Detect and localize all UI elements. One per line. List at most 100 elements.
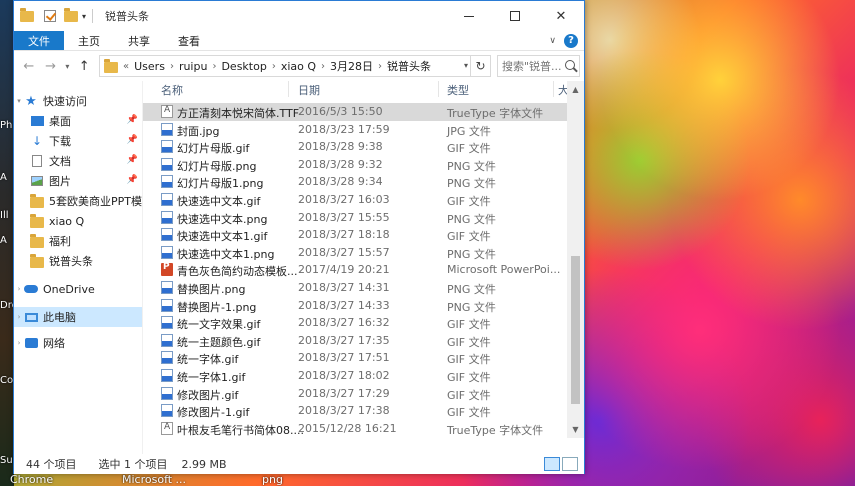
- nav-network[interactable]: › 网络: [14, 333, 142, 353]
- file-name: 青色灰色简约动态模板...: [177, 265, 298, 279]
- breadcrumb[interactable]: « Users › ruipu › Desktop › xiao Q › 3月2…: [99, 55, 491, 77]
- nav-desktop[interactable]: 桌面 📌: [14, 111, 142, 131]
- file-date: 2018/3/27 16:03: [298, 192, 390, 206]
- table-row[interactable]: 统一字体.gif 2018/3/27 17:51 GIF 文件: [143, 349, 570, 367]
- nav-pictures[interactable]: 图片 📌: [14, 171, 142, 191]
- scroll-up-icon[interactable]: ▲: [567, 81, 584, 98]
- nav-quick-access[interactable]: ▾ ★ 快速访问: [14, 91, 142, 111]
- table-row[interactable]: 统一文字效果.gif 2018/3/27 16:32 GIF 文件: [143, 314, 570, 332]
- details-view-icon[interactable]: [544, 457, 560, 471]
- chevron-overflow-icon[interactable]: «: [123, 61, 129, 72]
- file-name: 快速选中文本.gif: [177, 194, 261, 208]
- minimize-button[interactable]: [446, 1, 492, 31]
- quick-access-dropdown-icon[interactable]: ▾: [82, 12, 86, 21]
- maximize-button[interactable]: [492, 1, 538, 31]
- column-header-date[interactable]: 日期: [298, 82, 320, 98]
- breadcrumb-ruipu[interactable]: ruipu: [179, 60, 208, 73]
- tab-file[interactable]: 文件: [14, 31, 64, 50]
- table-row[interactable]: 修改图片-1.gif 2018/3/27 17:38 GIF 文件: [143, 402, 570, 420]
- column-header-type[interactable]: 类型: [447, 82, 469, 98]
- table-row[interactable]: 快速选中文本.png 2018/3/27 15:55 PNG 文件: [143, 209, 570, 227]
- table-row[interactable]: 统一主题颜色.gif 2018/3/27 17:35 GIF 文件: [143, 332, 570, 350]
- column-divider[interactable]: [438, 81, 439, 97]
- chevron-right-icon[interactable]: ›: [378, 61, 382, 72]
- tab-home[interactable]: 主页: [64, 31, 114, 50]
- table-row[interactable]: 替换图片-1.png 2018/3/27 14:33 PNG 文件: [143, 297, 570, 315]
- up-button[interactable]: ↑: [73, 55, 95, 77]
- nav-downloads[interactable]: ↓ 下载 📌: [14, 131, 142, 151]
- desktop-icon-label[interactable]: Ill: [0, 210, 9, 221]
- refresh-button[interactable]: ↻: [470, 56, 490, 76]
- pin-icon[interactable]: 📌: [127, 175, 138, 185]
- nav-folder-xiao-q[interactable]: xiao Q: [14, 211, 142, 231]
- desktop-icon-label[interactable]: A: [0, 235, 7, 246]
- nav-documents[interactable]: 文档 📌: [14, 151, 142, 171]
- column-divider[interactable]: [288, 81, 289, 97]
- nav-folder-ruipu[interactable]: 锐普头条: [14, 251, 142, 271]
- breadcrumb-xiao-q[interactable]: xiao Q: [281, 60, 316, 73]
- table-row[interactable]: 快速选中文本.gif 2018/3/27 16:03 GIF 文件: [143, 191, 570, 209]
- pin-icon[interactable]: 📌: [127, 155, 138, 165]
- nav-folder-templates[interactable]: 5套欧美商业PPT模板: [14, 191, 142, 211]
- pin-icon[interactable]: 📌: [127, 115, 138, 125]
- chevron-right-icon[interactable]: ›: [14, 339, 24, 347]
- tab-share[interactable]: 共享: [114, 31, 164, 50]
- gif-file-icon: [161, 368, 173, 382]
- properties-check-icon[interactable]: [44, 10, 56, 22]
- taskbar-chrome-label[interactable]: Chrome: [10, 473, 53, 486]
- file-type: PNG 文件: [447, 159, 496, 173]
- table-row[interactable]: 修改图片.gif 2018/3/27 17:29 GIF 文件: [143, 385, 570, 403]
- nav-folder-templates-label: 5套欧美商业PPT模板: [49, 195, 143, 208]
- expand-ribbon-icon[interactable]: ∨: [549, 36, 556, 46]
- breadcrumb-ruipu-toutiao[interactable]: 锐普头条: [387, 58, 431, 74]
- back-button[interactable]: ←: [18, 55, 40, 77]
- address-dropdown-icon[interactable]: ▾: [464, 61, 468, 70]
- nav-folder-fuli[interactable]: 福利: [14, 231, 142, 251]
- chevron-right-icon[interactable]: ›: [212, 61, 216, 72]
- table-row[interactable]: 替换图片.png 2018/3/27 14:31 PNG 文件: [143, 279, 570, 297]
- table-row[interactable]: 青色灰色简约动态模板...2017/4/19 20:21 Microsoft Po…: [143, 261, 570, 279]
- search-box[interactable]: [497, 55, 580, 77]
- pin-icon[interactable]: 📌: [127, 135, 138, 145]
- chevron-right-icon[interactable]: ›: [14, 285, 24, 293]
- recent-locations-dropdown[interactable]: ▾: [61, 62, 73, 71]
- table-row[interactable]: 幻灯片母版.png 2018/3/28 9:32 PNG 文件: [143, 156, 570, 174]
- desktop-icon-label[interactable]: Ph: [0, 120, 12, 131]
- breadcrumb-desktop[interactable]: Desktop: [221, 60, 266, 73]
- breadcrumb-march-28[interactable]: 3月28日: [330, 58, 373, 74]
- column-divider[interactable]: [553, 81, 554, 97]
- nav-onedrive[interactable]: › OneDrive: [14, 279, 142, 299]
- column-header-name[interactable]: 名称: [161, 82, 183, 98]
- taskbar-office-label[interactable]: Microsoft ...: [122, 473, 186, 486]
- large-icons-view-icon[interactable]: [562, 457, 578, 471]
- table-row[interactable]: 快速选中文本1.gif 2018/3/27 18:18 GIF 文件: [143, 226, 570, 244]
- chevron-right-icon[interactable]: ›: [321, 61, 325, 72]
- scroll-thumb[interactable]: [571, 256, 580, 404]
- desktop-icon-label[interactable]: Co: [0, 375, 13, 386]
- chevron-right-icon[interactable]: ›: [14, 313, 24, 321]
- table-row[interactable]: 快速选中文本1.png 2018/3/27 15:57 PNG 文件: [143, 244, 570, 262]
- tab-view[interactable]: 查看: [164, 31, 214, 50]
- nav-this-pc[interactable]: › 此电脑: [14, 307, 142, 327]
- help-icon[interactable]: ?: [564, 33, 578, 48]
- table-row[interactable]: 幻灯片母版1.png 2018/3/28 9:34 PNG 文件: [143, 173, 570, 191]
- taskbar-png-label[interactable]: png: [262, 473, 283, 486]
- table-row[interactable]: 方正清刻本悦宋简体.TTF2016/5/3 15:50 TrueType 字体文件: [143, 103, 570, 121]
- breadcrumb-users[interactable]: Users: [134, 60, 165, 73]
- desktop-icon-label[interactable]: A: [0, 172, 7, 183]
- forward-button[interactable]: →: [40, 55, 62, 77]
- item-count: 44 个项目: [26, 458, 77, 471]
- close-button[interactable]: ✕: [538, 1, 584, 31]
- table-row[interactable]: 叶根友毛笔行书简体08....2015/12/28 16:21 TrueType …: [143, 420, 570, 438]
- chevron-right-icon[interactable]: ›: [170, 61, 174, 72]
- search-icon[interactable]: [565, 60, 575, 70]
- scroll-down-icon[interactable]: ▼: [567, 421, 584, 438]
- chevron-down-icon[interactable]: ▾: [14, 97, 24, 105]
- vertical-scrollbar[interactable]: ▲ ▼: [567, 81, 584, 438]
- new-folder-icon[interactable]: [64, 8, 78, 23]
- table-row[interactable]: 封面.jpg 2018/3/23 17:59 JPG 文件: [143, 121, 570, 139]
- table-row[interactable]: 幻灯片母版.gif 2018/3/28 9:38 GIF 文件: [143, 138, 570, 156]
- search-input[interactable]: [502, 59, 562, 73]
- table-row[interactable]: 统一字体1.gif 2018/3/27 18:02 GIF 文件: [143, 367, 570, 385]
- chevron-right-icon[interactable]: ›: [272, 61, 276, 72]
